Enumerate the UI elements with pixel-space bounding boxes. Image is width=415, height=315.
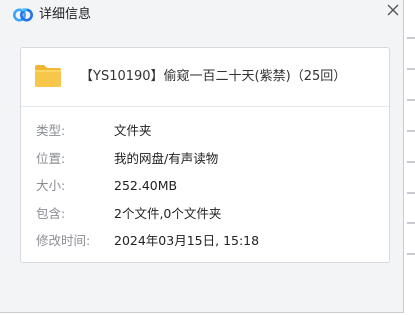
details-list: 类型: 文件夹 位置: 我的网盘/有声读物 大小: 252.40MB 包含: 2…	[21, 122, 389, 260]
dialog-title: 详细信息	[39, 7, 92, 22]
file-name: 【YS10190】偷窥一百二十天(紫禁)（25回）	[80, 69, 347, 84]
details-card: 【YS10190】偷窥一百二十天(紫禁)（25回） 类型: 文件夹 位置: 我的…	[20, 47, 390, 263]
detail-row-size: 大小: 252.40MB	[21, 177, 389, 205]
close-icon[interactable]	[382, 0, 404, 22]
detail-label: 类型:	[36, 123, 66, 138]
detail-value: 2个文件,0个文件夹	[114, 205, 222, 221]
detail-label: 位置:	[36, 150, 66, 166]
title-bar: 详细信息	[0, 0, 403, 30]
baidu-netdisk-logo-icon	[13, 8, 33, 22]
detail-value: 我的网盘/有声读物	[114, 150, 219, 166]
detail-row-location: 位置: 我的网盘/有声读物	[21, 150, 389, 178]
detail-value: 2024年03月15日, 15:18	[114, 233, 260, 248]
details-dialog: 详细信息 【YS10190】偷窥一百二十天(紫禁)（25回） 类型: 文件夹 位…	[0, 0, 404, 313]
file-header: 【YS10190】偷窥一百二十天(紫禁)（25回）	[21, 48, 389, 107]
folder-icon	[35, 65, 61, 87]
detail-value: 文件夹	[114, 123, 152, 138]
detail-label: 修改时间:	[36, 233, 91, 248]
detail-label: 包含:	[36, 205, 66, 221]
background-window-edge	[407, 0, 415, 315]
detail-label: 大小:	[36, 178, 66, 193]
detail-value: 252.40MB	[114, 178, 178, 193]
detail-row-modified: 修改时间: 2024年03月15日, 15:18	[21, 232, 389, 260]
detail-row-type: 类型: 文件夹	[21, 122, 389, 150]
detail-row-contains: 包含: 2个文件,0个文件夹	[21, 205, 389, 233]
